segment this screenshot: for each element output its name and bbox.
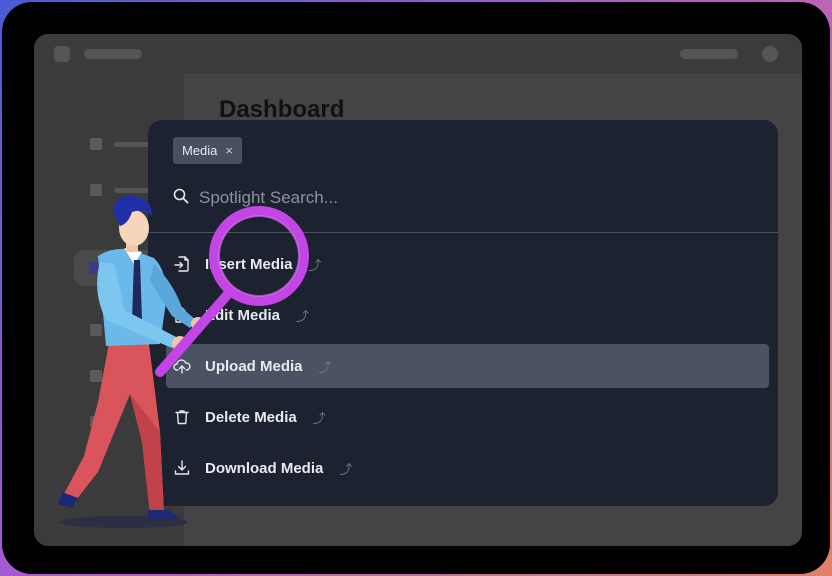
avatar [762, 46, 778, 62]
sidebar-item-icon [90, 370, 102, 382]
divider [148, 232, 778, 233]
menu-item-label: Insert Media [205, 255, 293, 273]
menu-item-label: Upload Media [205, 357, 303, 375]
search-bar [173, 184, 753, 212]
menu-item-edit-media[interactable]: Edit Media ⤴ [166, 293, 769, 337]
sidebar-item-icon [90, 138, 102, 150]
spotlight-panel: Media × Insert Media ⤴ Edit Media ⤴ [148, 120, 778, 506]
file-edit-icon [172, 305, 192, 325]
search-input[interactable] [199, 188, 699, 208]
top-bar-menu-placeholder [680, 49, 738, 59]
app-top-bar [34, 34, 802, 74]
device-frame: Dashboard Media × Insert Media ⤴ Edit Me [2, 2, 830, 574]
app-logo-placeholder [54, 46, 70, 62]
filter-chip-label: Media [182, 143, 218, 158]
menu-item-upload-media[interactable]: Upload Media ⤴ [166, 344, 769, 388]
app-name-placeholder [84, 49, 142, 59]
menu-item-delete-media[interactable]: Delete Media ⤴ [166, 395, 769, 439]
menu-item-label: Download Media [205, 459, 324, 477]
menu-item-label: Delete Media [205, 408, 297, 426]
cloud-upload-icon [172, 356, 192, 376]
sidebar-item-icon-active [90, 262, 102, 274]
shortcut-hint: ⤴ [312, 410, 326, 426]
shortcut-hint: ⤴ [318, 359, 332, 375]
search-icon [173, 188, 189, 209]
download-icon [172, 458, 192, 478]
sidebar-item-icon [90, 184, 102, 196]
menu-item-label: Edit Media [205, 306, 281, 324]
filter-chip-media[interactable]: Media × [173, 137, 243, 164]
file-import-icon [172, 254, 192, 274]
trash-icon [172, 407, 192, 427]
shortcut-hint: ⤴ [296, 308, 310, 324]
shortcut-hint: ⤴ [339, 461, 353, 477]
menu-item-download-media[interactable]: Download Media ⤴ [166, 446, 769, 490]
shortcut-hint: ⤴ [308, 257, 322, 273]
close-icon[interactable]: × [225, 143, 233, 158]
sidebar-item-icon [90, 324, 102, 336]
menu-item-insert-media[interactable]: Insert Media ⤴ [166, 242, 769, 286]
sidebar-item-icon [90, 416, 102, 428]
